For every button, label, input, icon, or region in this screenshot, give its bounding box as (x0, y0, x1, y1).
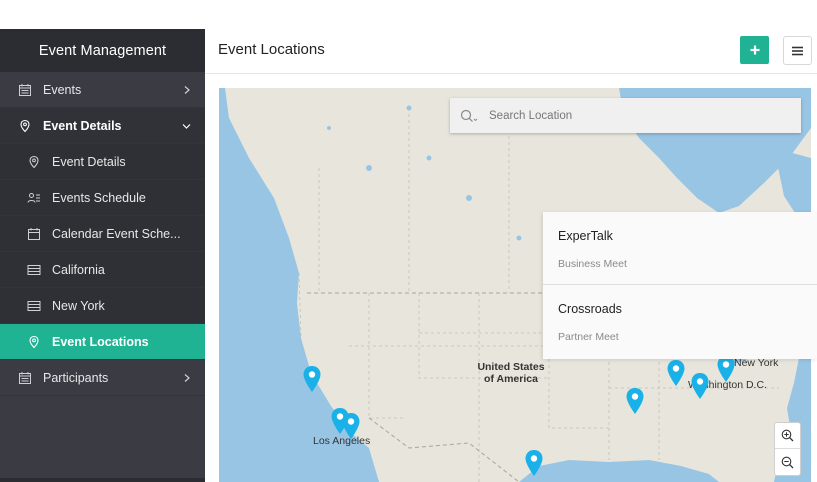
page-header: Event Locations (205, 29, 817, 74)
map-label-line: United States (477, 361, 545, 373)
sidebar-item-label: Event Details (43, 118, 122, 133)
map-marker[interactable] (667, 360, 685, 386)
map-marker[interactable] (717, 356, 735, 382)
list-icon (27, 299, 41, 313)
sidebar-item-label: Calendar Event Sche... (52, 226, 181, 241)
map-label-country: United States of America (471, 361, 551, 385)
event-list-item[interactable]: Crossroads Partner Meet (543, 285, 817, 358)
chevron-right-icon (182, 85, 191, 94)
location-pin-icon (667, 360, 685, 386)
event-subtitle: Business Meet (558, 258, 627, 270)
event-subtitle: Partner Meet (558, 331, 619, 343)
zoom-in-icon (781, 429, 794, 442)
event-title: Crossroads (558, 302, 622, 316)
map-label-line: of America (484, 373, 538, 385)
sidebar-item-label: Event Locations (52, 334, 149, 349)
map-marker[interactable] (342, 413, 360, 439)
location-pin-icon (525, 450, 543, 476)
zoom-in-button[interactable] (775, 423, 800, 449)
zoom-out-button[interactable] (775, 449, 800, 475)
sidebar-item-label: New York (52, 298, 105, 313)
sidebar-item-participants[interactable]: Participants (0, 360, 205, 396)
sidebar-subitem-events-schedule[interactable]: Events Schedule (0, 180, 205, 216)
search-location-input[interactable] (489, 109, 779, 122)
sidebar-subitem-event-locations[interactable]: Event Locations (0, 324, 205, 360)
map-marker[interactable] (303, 366, 321, 392)
map-pin-icon (27, 335, 41, 349)
sidebar-item-label: Participants (43, 370, 109, 385)
map-pin-icon (27, 155, 41, 169)
list-icon (27, 263, 41, 277)
sidebar-item-label: Events (43, 82, 82, 97)
location-pin-icon (691, 373, 709, 399)
map-marker[interactable] (691, 373, 709, 399)
sidebar-subitem-new-york[interactable]: New York (0, 288, 205, 324)
chevron-right-icon (182, 373, 191, 382)
search-icon[interactable] (460, 109, 480, 123)
sidebar-item-label: California (52, 262, 105, 277)
location-pin-icon (303, 366, 321, 392)
zoom-control (774, 422, 801, 476)
map-pin-icon (18, 119, 32, 133)
sidebar-item-label: Event Details (52, 154, 126, 169)
calendar-list-icon (18, 371, 32, 385)
add-button[interactable] (740, 36, 769, 64)
map-marker[interactable] (525, 450, 543, 476)
map-marker[interactable] (626, 388, 644, 414)
zoom-out-icon (781, 456, 794, 468)
map-search-box (450, 98, 801, 133)
calendar-icon (27, 227, 41, 241)
schedule-icon (27, 191, 41, 205)
plus-icon (750, 45, 759, 55)
sidebar: Event Management Events Event Details Ev… (0, 29, 205, 482)
menu-button[interactable] (783, 36, 812, 65)
sidebar-item-label: Events Schedule (52, 190, 146, 205)
sidebar-subitem-event-details[interactable]: Event Details (0, 144, 205, 180)
sidebar-footer-bar (0, 478, 205, 482)
sidebar-item-events[interactable]: Events (0, 72, 205, 108)
location-pin-icon (626, 388, 644, 414)
calendar-list-icon (18, 83, 32, 97)
event-list-item[interactable]: ExperTalk Business Meet (543, 212, 817, 285)
sidebar-subitem-california[interactable]: California (0, 252, 205, 288)
location-pin-icon (342, 413, 360, 439)
page-title: Event Locations (218, 41, 325, 58)
location-pin-icon (717, 356, 735, 382)
hamburger-icon (792, 46, 803, 55)
event-title: ExperTalk (558, 229, 613, 243)
sidebar-subitem-calendar-event-schedule[interactable]: Calendar Event Sche... (0, 216, 205, 252)
chevron-down-icon (182, 121, 191, 130)
sidebar-title: Event Management (0, 29, 205, 72)
event-list-panel: ExperTalk Business Meet Crossroads Partn… (543, 212, 817, 359)
sidebar-item-event-details[interactable]: Event Details (0, 108, 205, 144)
